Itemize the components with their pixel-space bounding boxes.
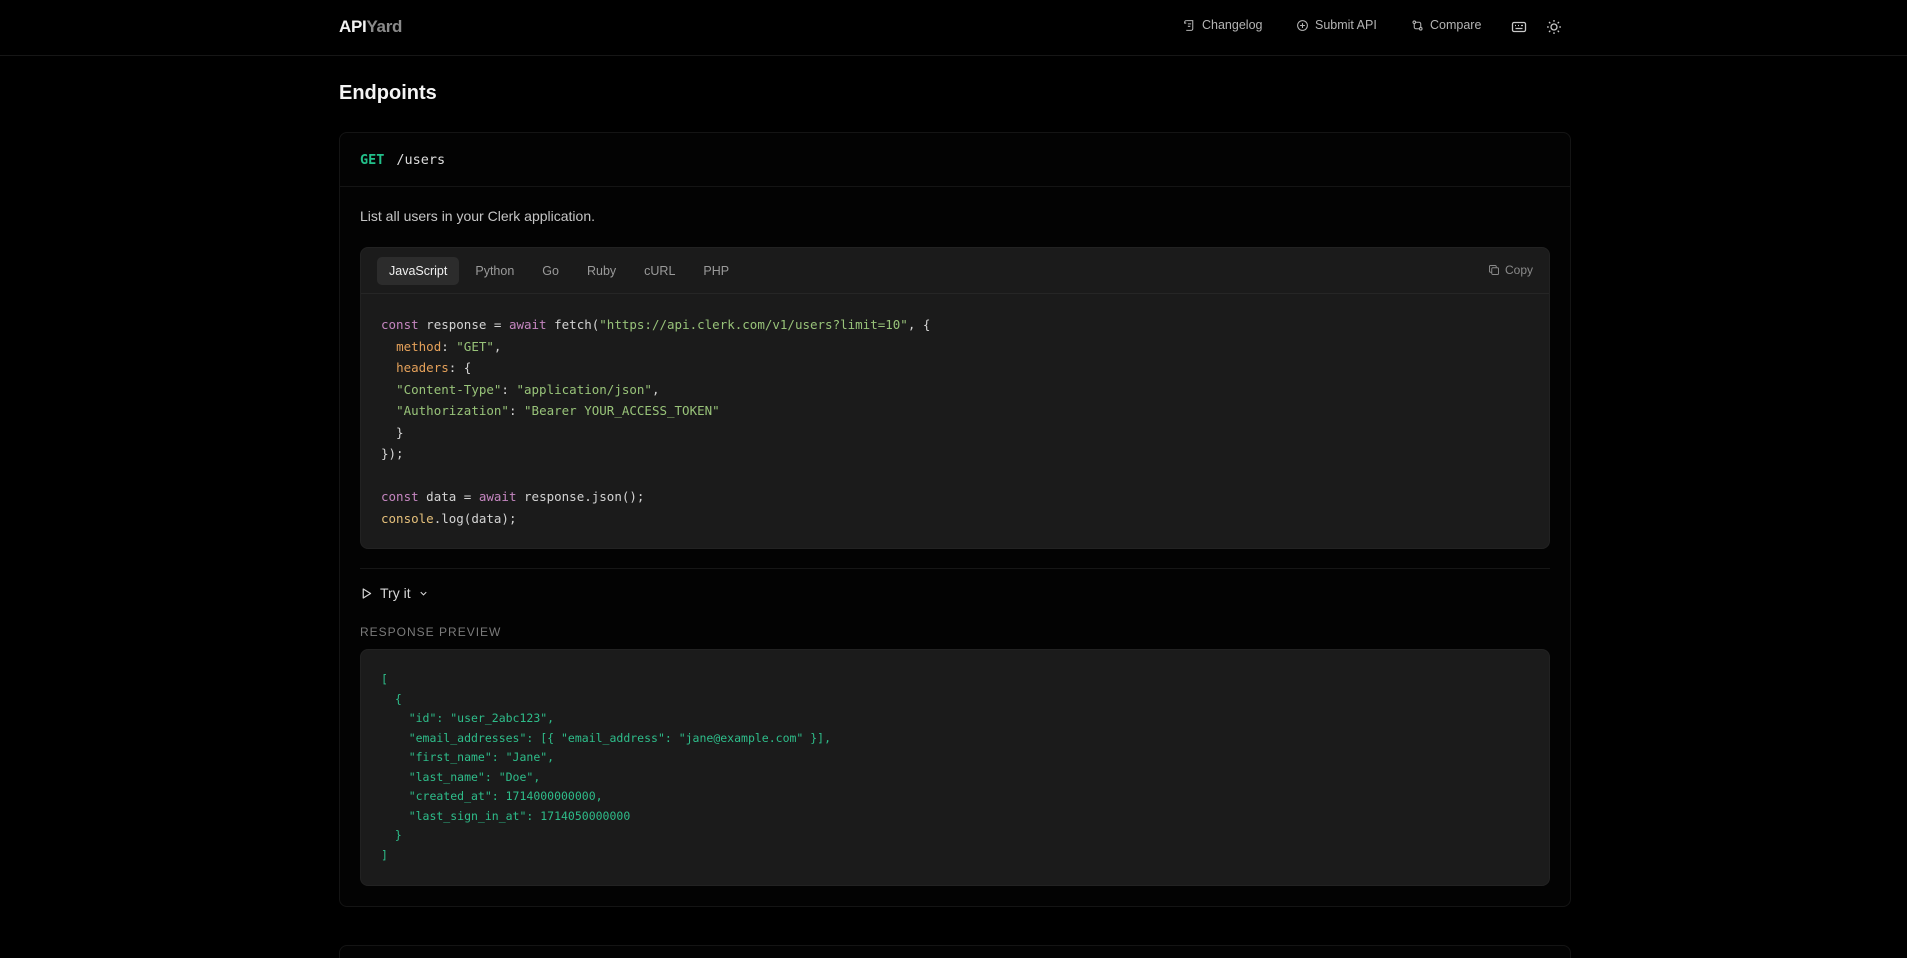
keyboard-icon: [1511, 21, 1527, 33]
plus-circle-icon: [1297, 19, 1308, 31]
code-line: }: [381, 424, 404, 440]
try-it-toggle[interactable]: Try it: [360, 585, 429, 601]
logo[interactable]: APIYard: [339, 17, 402, 37]
theme-toggle-button[interactable]: [1546, 19, 1562, 35]
nav-changelog[interactable]: Changelog: [1183, 18, 1262, 32]
sun-icon: [1547, 20, 1561, 34]
http-method-badge: GET: [360, 151, 385, 168]
code-line: const response = await fetch("https://ap…: [381, 317, 931, 332]
response-line: "id": "user_2abc123",: [381, 711, 555, 725]
language-tabs: JavaScript Python Go Ruby cURL PHP: [361, 248, 1549, 294]
nav-submit-api[interactable]: Submit API: [1296, 18, 1377, 32]
response-line: "email_addresses": [{ "email_address": "…: [381, 730, 832, 745]
top-bar: APIYard Changelog Submit API Compare: [0, 0, 1907, 56]
tab-javascript[interactable]: JavaScript: [377, 256, 460, 285]
tab-python[interactable]: Python: [463, 257, 526, 285]
code-line: headers: {: [396, 360, 472, 375]
code-line: "Content-Type": "application/json",: [396, 381, 660, 397]
git-compare-icon: [1412, 19, 1423, 31]
copy-label: Copy: [1504, 263, 1533, 277]
response-line: {: [381, 691, 402, 706]
code-block: const response = await fetch("https://ap…: [381, 314, 930, 529]
endpoint-header[interactable]: GET /users: [340, 133, 1570, 187]
endpoint-description: List all users in your Clerk application…: [360, 208, 595, 224]
code-line: const data = await response.json();: [381, 489, 645, 504]
chevron-down-icon: [419, 591, 427, 596]
response-line: "created_at": 1714000000000,: [381, 789, 603, 803]
next-endpoint-card: [339, 945, 1571, 958]
tab-ruby[interactable]: Ruby: [575, 257, 628, 285]
nav-changelog-label: Changelog: [1202, 18, 1263, 32]
code-line: console.log(data);: [381, 510, 517, 526]
endpoint-path: /users: [396, 151, 446, 168]
response-preview-label: RESPONSE PREVIEW: [360, 625, 502, 639]
play-icon: [362, 587, 372, 599]
nav-compare[interactable]: Compare: [1411, 18, 1481, 32]
code-line: });: [381, 446, 404, 461]
divider: [360, 568, 1550, 569]
code-line: method: "GET",: [396, 338, 502, 354]
tab-curl[interactable]: cURL: [632, 257, 687, 285]
response-line: ]: [381, 847, 388, 862]
nav-submit-api-label: Submit API: [1315, 18, 1377, 32]
page-title: Endpoints: [339, 82, 437, 104]
response-line: }: [381, 828, 402, 842]
tab-php[interactable]: PHP: [691, 257, 741, 285]
keyboard-shortcuts-button[interactable]: [1511, 19, 1527, 35]
code-line: "Authorization": "Bearer YOUR_ACCESS_TOK…: [396, 403, 720, 418]
try-it-label: Try it: [380, 585, 411, 601]
response-preview-panel: [ { "id": "user_2abc123", "email_address…: [360, 649, 1550, 886]
response-line: "first_name": "Jane",: [381, 750, 555, 764]
endpoint-card: GET /users List all users in your Clerk …: [339, 132, 1571, 907]
response-line: "last_name": "Doe",: [381, 769, 541, 784]
code-sample-panel: JavaScript Python Go Ruby cURL PHP Copy …: [360, 247, 1550, 549]
scroll-icon: [1184, 19, 1194, 31]
nav-compare-label: Compare: [1430, 18, 1482, 32]
response-line: [: [381, 672, 388, 686]
response-json: [ { "id": "user_2abc123", "email_address…: [381, 670, 831, 865]
tab-go[interactable]: Go: [530, 257, 571, 285]
copy-button[interactable]: Copy: [1488, 263, 1533, 277]
copy-icon: [1488, 265, 1499, 275]
response-line: "last_sign_in_at": 1714050000000: [381, 808, 631, 823]
